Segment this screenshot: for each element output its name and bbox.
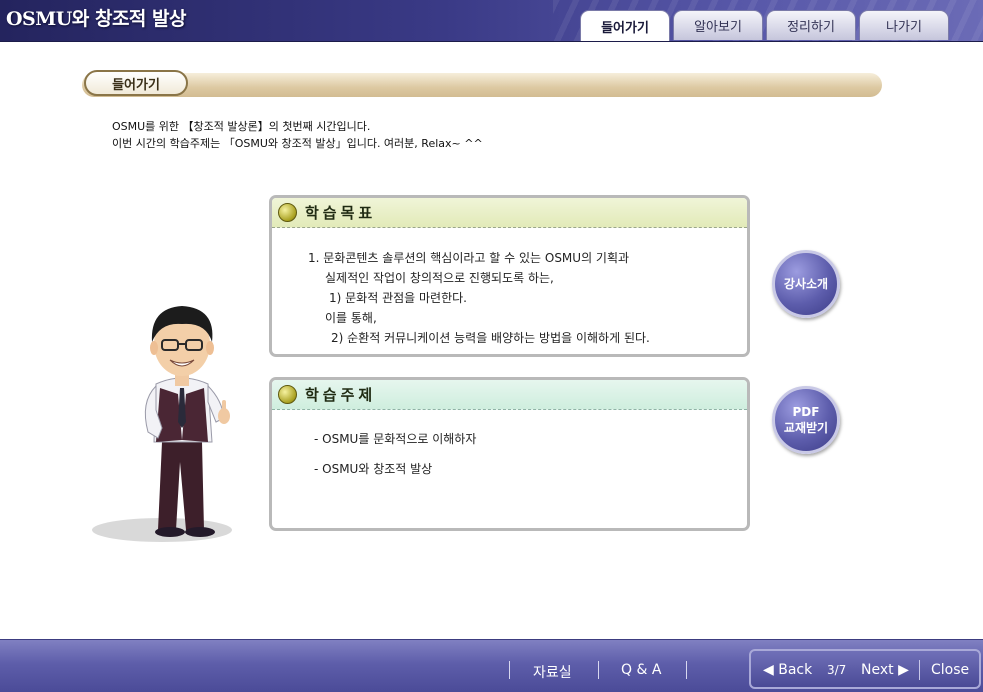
pdf-download-label-line2: 교재받기	[783, 421, 829, 435]
character-shoe-left	[155, 527, 185, 537]
goal-line: 2) 순환적 커뮤니케이션 능력을 배양하는 방법을 이해하게 된다.	[331, 331, 650, 345]
tab-explore[interactable]: 알아보기	[673, 10, 763, 40]
instructor-character-illustration	[92, 306, 232, 542]
goal-line: 실제적인 작업이 창의적으로 진행되도록 하는,	[325, 271, 554, 285]
page-indicator: 3/7	[827, 663, 847, 677]
next-button[interactable]: Next ▶	[861, 662, 909, 678]
app-title: OSMU와 창조적 발상	[6, 8, 186, 30]
learning-topics-header: 학습주제	[272, 380, 747, 410]
tab-bar: 들어가기 알아보기 정리하기 나가기	[580, 10, 949, 41]
page-navigation: ◀ Back 3/7 Next ▶ Close	[749, 649, 981, 689]
learning-topics-list: - OSMU를 문화적으로 이해하자 - OSMU와 창조적 발상	[314, 430, 476, 490]
top-header: OSMU와 창조적 발상 들어가기 알아보기 정리하기 나가기	[0, 0, 983, 42]
character-legs	[158, 442, 204, 530]
qa-link[interactable]: Q & A	[621, 662, 661, 678]
intro-line-1: OSMU를 위한 【창조적 발상론】의 첫번째 시간입니다.	[112, 120, 371, 133]
section-heading-bar	[82, 73, 882, 97]
character-ear-right	[206, 341, 214, 355]
learning-topics-title: 학습주제	[305, 386, 377, 404]
goal-line: 이를 통해,	[325, 311, 377, 325]
topic-item: - OSMU와 창조적 발상	[314, 462, 433, 476]
footer-divider	[509, 661, 510, 679]
instructor-intro-label: 강사소개	[783, 277, 829, 291]
section-heading-label: 들어가기	[84, 70, 188, 96]
check-bullet-icon	[278, 203, 297, 222]
topic-item: - OSMU를 문화적으로 이해하자	[314, 432, 477, 446]
footer-divider	[686, 661, 687, 679]
tab-exit[interactable]: 나가기	[859, 10, 949, 40]
learning-goals-title: 학습목표	[305, 204, 377, 222]
intro-text: OSMU를 위한 【창조적 발상론】의 첫번째 시간입니다. 이번 시간의 학습…	[112, 118, 483, 152]
back-button[interactable]: ◀ Back	[763, 662, 812, 678]
close-button[interactable]: Close	[931, 662, 969, 678]
goal-line: 1) 문화적 관점을 마련한다.	[329, 291, 467, 305]
resources-link[interactable]: 자료실	[533, 662, 572, 682]
check-bullet-icon	[278, 385, 297, 404]
nav-divider	[919, 660, 920, 680]
character-shoe-right	[185, 527, 215, 537]
pdf-download-button[interactable]: PDF 교재받기	[772, 386, 840, 454]
learning-goals-text: 1. 문화콘텐츠 솔루션의 핵심이라고 할 수 있는 OSMU의 기획과 실제적…	[308, 248, 650, 348]
pdf-download-label-line1: PDF	[792, 405, 820, 419]
character-ear-left	[150, 341, 158, 355]
intro-line-2: 이번 시간의 학습주제는 「OSMU와 창조적 발상」입니다. 여러분, Rel…	[112, 137, 483, 150]
learning-goals-panel: 학습목표 1. 문화콘텐츠 솔루션의 핵심이라고 할 수 있는 OSMU의 기획…	[269, 195, 750, 357]
learning-topics-panel: 학습주제 - OSMU를 문화적으로 이해하자 - OSMU와 창조적 발상	[269, 377, 750, 531]
tab-summary[interactable]: 정리하기	[766, 10, 856, 40]
footer-divider	[598, 661, 599, 679]
character-pointing-finger	[222, 400, 226, 412]
learning-goals-header: 학습목표	[272, 198, 747, 228]
instructor-intro-button[interactable]: 강사소개	[772, 250, 840, 318]
goal-line: 1. 문화콘텐츠 솔루션의 핵심이라고 할 수 있는 OSMU의 기획과	[308, 251, 630, 265]
tab-intro[interactable]: 들어가기	[580, 10, 670, 41]
